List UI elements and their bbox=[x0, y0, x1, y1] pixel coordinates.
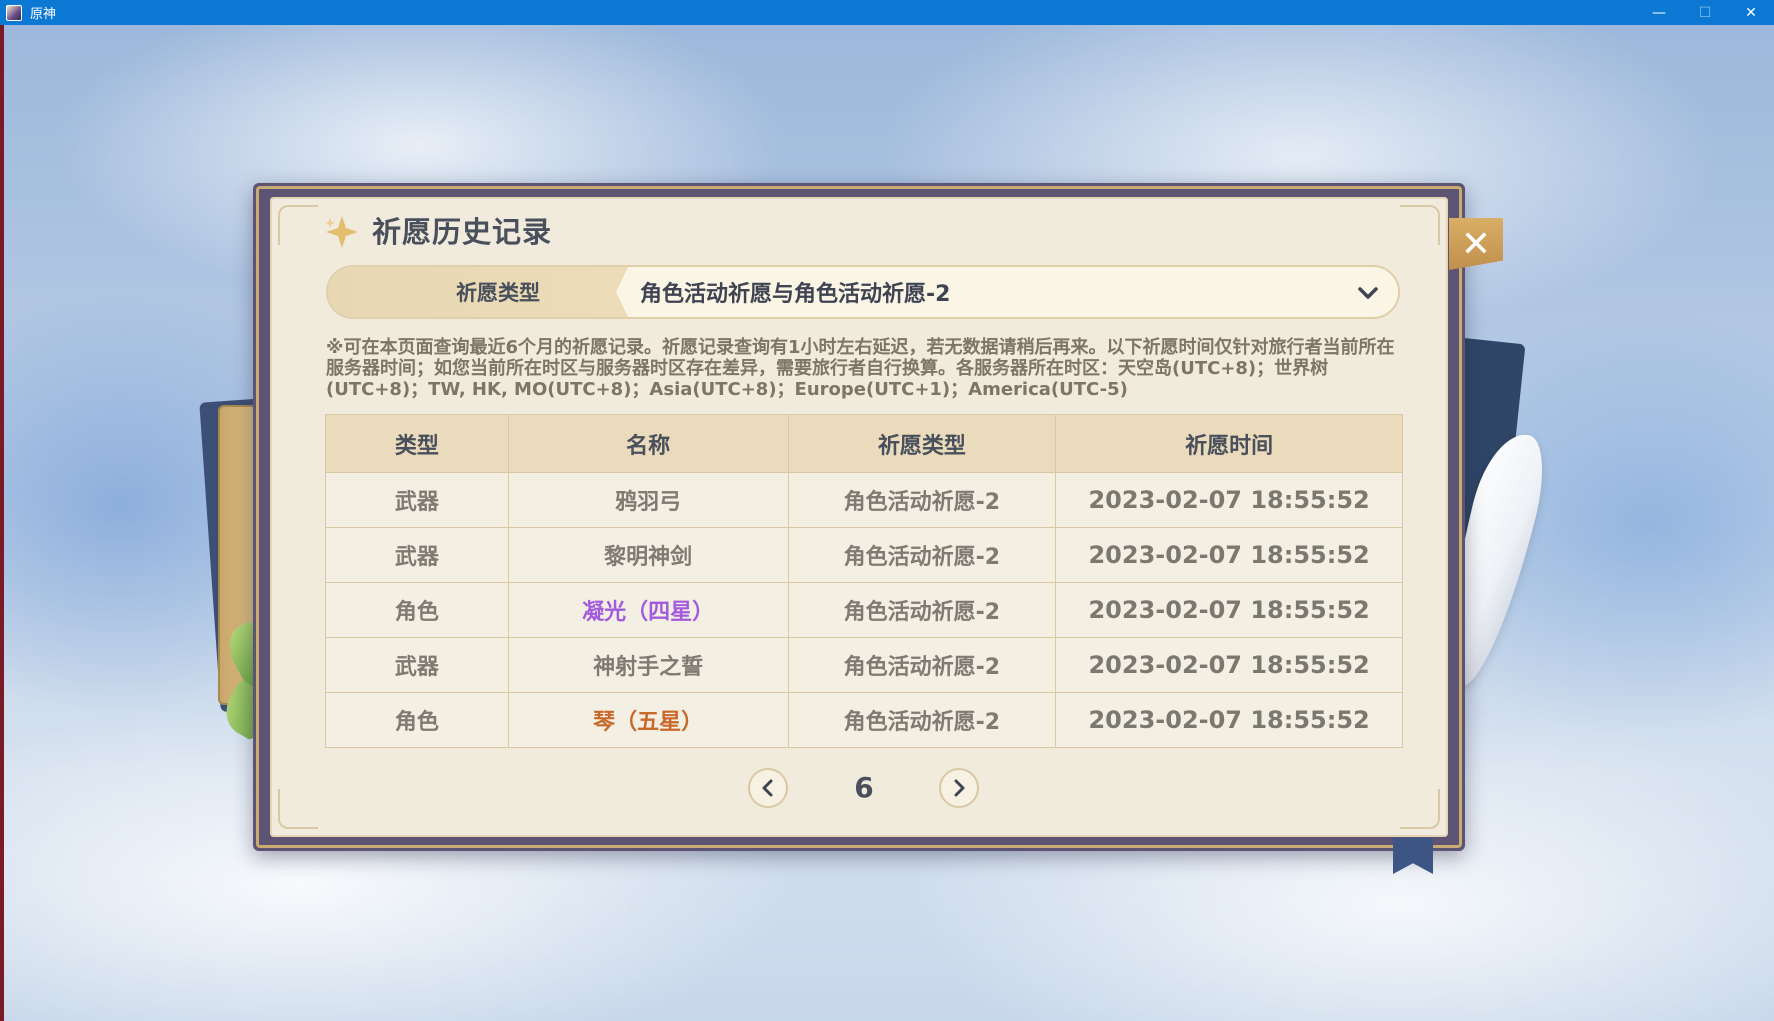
cell-time: 2023-02-07 18:55:52 bbox=[1055, 472, 1403, 528]
corner-ornament bbox=[1400, 205, 1440, 245]
wish-type-value: 角色活动祈愿与角色活动祈愿-2 bbox=[640, 282, 951, 307]
wish-records-table: 类型 名称 祈愿类型 祈愿时间 武器 鸦羽弓 角色活动祈愿-2 2023-02-… bbox=[325, 414, 1403, 748]
window-edge bbox=[0, 25, 4, 1021]
cell-wish-type: 角色活动祈愿-2 bbox=[787, 582, 1057, 638]
cell-name: 琴（五星） bbox=[507, 692, 789, 748]
cell-wish-type: 角色活动祈愿-2 bbox=[787, 637, 1057, 693]
cell-name: 黎明神剑 bbox=[507, 527, 789, 583]
window-titlebar: 原神 — ☐ ✕ bbox=[0, 0, 1774, 25]
sparkle-star-icon bbox=[325, 216, 358, 248]
cell-time: 2023-02-07 18:55:52 bbox=[1055, 582, 1403, 638]
maximize-button[interactable]: ☐ bbox=[1682, 0, 1728, 25]
chevron-down-icon[interactable] bbox=[1356, 281, 1380, 305]
cell-time: 2023-02-07 18:55:52 bbox=[1055, 637, 1403, 693]
corner-ornament bbox=[278, 789, 318, 829]
notice-text: ※可在本页面查询最近6个月的祈愿记录。祈愿记录查询有1小时左右延迟，若无数据请稍… bbox=[326, 337, 1395, 400]
chevron-left-icon bbox=[762, 779, 773, 797]
table-row: 角色 琴（五星） 角色活动祈愿-2 2023-02-07 18:55:52 bbox=[325, 692, 1403, 748]
cell-time: 2023-02-07 18:55:52 bbox=[1055, 692, 1403, 748]
page-number: 6 bbox=[854, 771, 874, 804]
table-header-row: 类型 名称 祈愿类型 祈愿时间 bbox=[325, 414, 1403, 473]
window-title: 原神 bbox=[30, 7, 57, 22]
close-icon: ✕ bbox=[1460, 223, 1492, 265]
corner-ornament bbox=[1400, 789, 1440, 829]
chevron-right-icon bbox=[954, 779, 965, 797]
cell-name: 鸦羽弓 bbox=[507, 472, 789, 528]
wish-type-dropdown[interactable]: 角色活动祈愿与角色活动祈愿-2 bbox=[628, 267, 1398, 317]
window-close-button[interactable]: ✕ bbox=[1728, 0, 1774, 25]
table-row: 武器 神射手之誓 角色活动祈愿-2 2023-02-07 18:55:52 bbox=[325, 637, 1403, 693]
window-controls: — ☐ ✕ bbox=[1636, 0, 1774, 25]
column-header-wish-time: 祈愿时间 bbox=[1055, 414, 1403, 473]
table-row: 武器 黎明神剑 角色活动祈愿-2 2023-02-07 18:55:52 bbox=[325, 527, 1403, 583]
column-header-wish-type: 祈愿类型 bbox=[787, 414, 1057, 473]
cell-wish-type: 角色活动祈愿-2 bbox=[787, 692, 1057, 748]
cell-type: 角色 bbox=[325, 582, 509, 638]
column-header-type: 类型 bbox=[325, 414, 509, 473]
app-icon bbox=[6, 4, 22, 21]
cell-type: 武器 bbox=[325, 527, 509, 583]
panel-title: 祈愿历史记录 bbox=[372, 215, 553, 249]
cell-type: 武器 bbox=[325, 637, 509, 693]
cell-name: 神射手之誓 bbox=[507, 637, 789, 693]
corner-ornament bbox=[278, 205, 318, 245]
cell-wish-type: 角色活动祈愿-2 bbox=[787, 527, 1057, 583]
minimize-button[interactable]: — bbox=[1636, 0, 1682, 25]
cell-type: 角色 bbox=[325, 692, 509, 748]
previous-page-button[interactable] bbox=[748, 768, 788, 808]
wish-type-label: 祈愿类型 bbox=[328, 267, 628, 317]
column-header-name: 名称 bbox=[507, 414, 789, 473]
cell-wish-type: 角色活动祈愿-2 bbox=[787, 472, 1057, 528]
cell-type: 武器 bbox=[325, 472, 509, 528]
table-row: 角色 凝光（四星） 角色活动祈愿-2 2023-02-07 18:55:52 bbox=[325, 582, 1403, 638]
wish-type-selector[interactable]: 祈愿类型 角色活动祈愿与角色活动祈愿-2 bbox=[326, 265, 1400, 319]
cell-name: 凝光（四星） bbox=[507, 582, 789, 638]
next-page-button[interactable] bbox=[939, 768, 979, 808]
cell-time: 2023-02-07 18:55:52 bbox=[1055, 527, 1403, 583]
table-row: 武器 鸦羽弓 角色活动祈愿-2 2023-02-07 18:55:52 bbox=[325, 472, 1403, 528]
